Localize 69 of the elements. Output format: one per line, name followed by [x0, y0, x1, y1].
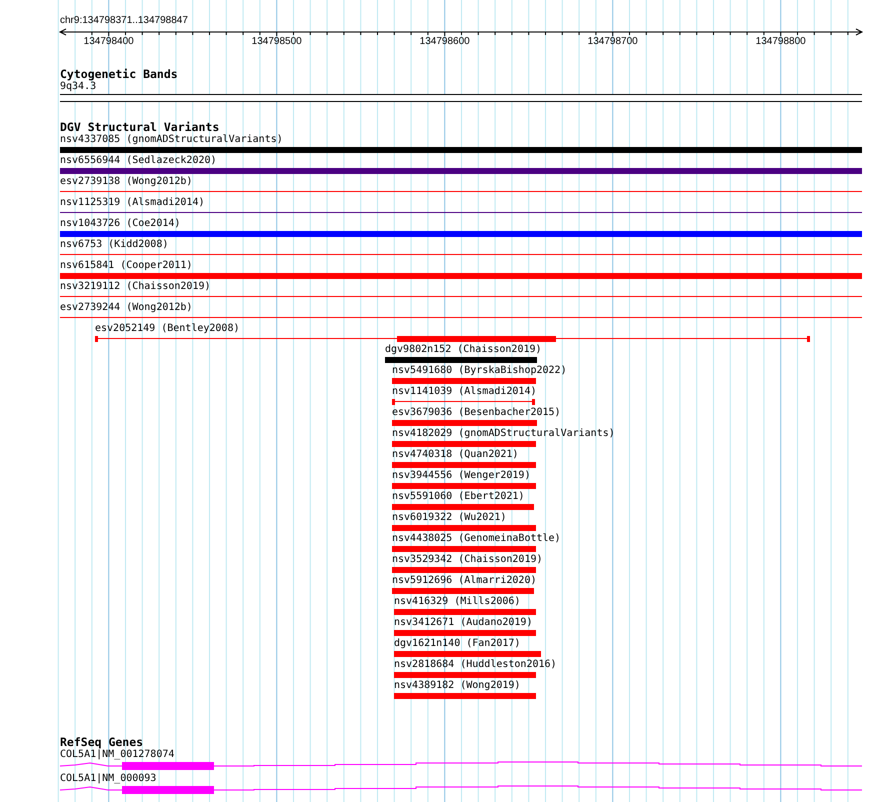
track-title: Cytogenetic Bands: [60, 68, 178, 81]
variant-line[interactable]: [60, 212, 862, 213]
variant-label: nsv1043726 (Coe2014): [60, 218, 180, 230]
variant-label: nsv416329 (Mills2006): [394, 596, 520, 608]
variant-bar[interactable]: [392, 525, 536, 531]
variant-label: nsv5491680 (ByrskaBishop2022): [392, 365, 567, 377]
variant-label: nsv5591060 (Ebert2021): [392, 491, 524, 503]
variant-bar[interactable]: [394, 630, 536, 636]
variant-bar[interactable]: [60, 168, 862, 174]
cytoband-bar[interactable]: [60, 94, 862, 102]
track-title: DGV Structural Variants: [60, 121, 220, 134]
variant-label: nsv3529342 (Chaisson2019): [392, 554, 543, 566]
variant-label: nsv4740318 (Quan2021): [392, 449, 518, 461]
tick-label: 134798600: [420, 36, 470, 48]
variant-label: nsv4337085 (gnomADStructuralVariants): [60, 134, 283, 146]
variant-line[interactable]: [60, 254, 862, 255]
variant-label: nsv3944556 (Wenger2019): [392, 470, 530, 482]
tick-label: 134798800: [756, 36, 806, 48]
gene-label: COL5A1|NM_001278074: [60, 749, 174, 761]
variant-label: nsv1125319 (Alsmadi2014): [60, 197, 204, 209]
variant-label: dgv9802n152 (Chaisson2019): [385, 344, 542, 356]
variant-label: dgv1621n140 (Fan2017): [394, 638, 520, 650]
variant-line[interactable]: [60, 296, 862, 297]
variant-label: nsv4438025 (GenomeinaBottle): [392, 533, 561, 545]
variant-label: nsv615841 (Cooper2011): [60, 260, 192, 272]
variant-label: nsv4389182 (Wong2019): [394, 680, 520, 692]
variant-bar[interactable]: [385, 357, 537, 363]
variant-label: esv2739244 (Wong2012b): [60, 302, 192, 314]
variant-label: nsv2818684 (Huddleston2016): [394, 659, 557, 671]
tick-label: 134798700: [588, 36, 638, 48]
variant-line[interactable]: [60, 191, 862, 192]
band-label: 9q34.3: [60, 81, 96, 93]
variant-label: nsv6019322 (Wu2021): [392, 512, 506, 524]
variant-label: esv2739138 (Wong2012b): [60, 176, 192, 188]
variant-bar[interactable]: [392, 441, 536, 447]
variant-bar[interactable]: [392, 567, 536, 573]
variant-bar[interactable]: [392, 462, 536, 468]
variant-bar[interactable]: [60, 147, 862, 153]
variant-bar[interactable]: [392, 504, 534, 510]
variant-line[interactable]: [60, 317, 862, 318]
variant-label: nsv5912696 (Almarri2020): [392, 575, 536, 587]
variant-bar[interactable]: [394, 672, 536, 678]
location-label: chr9:134798371..134798847: [60, 15, 188, 27]
variant-label: nsv1141039 (Alsmadi2014): [392, 386, 536, 398]
variant-label: nsv4182029 (gnomADStructuralVariants): [392, 428, 615, 440]
variant-bar[interactable]: [392, 588, 534, 594]
variant-span[interactable]: [392, 399, 535, 405]
variant-label: nsv3412671 (Audano2019): [394, 617, 532, 629]
gene-label: COL5A1|NM_000093: [60, 773, 156, 785]
variant-label: esv3679036 (Besenbacher2015): [392, 407, 561, 419]
variant-bar[interactable]: [394, 609, 536, 615]
gene-model[interactable]: [60, 786, 862, 794]
variant-bar[interactable]: [60, 231, 862, 237]
variant-bar[interactable]: [392, 420, 537, 426]
variant-bar[interactable]: [392, 378, 536, 384]
variant-bar[interactable]: [394, 651, 541, 657]
gene-model[interactable]: [60, 762, 862, 770]
variant-span[interactable]: [95, 336, 810, 342]
variant-label: esv2052149 (Bentley2008): [95, 323, 240, 335]
variant-bar[interactable]: [392, 546, 536, 552]
variant-label: nsv6556944 (Sedlazeck2020): [60, 155, 217, 167]
variant-bar[interactable]: [392, 483, 536, 489]
tick-label: 134798400: [84, 36, 134, 48]
variant-label: nsv6753 (Kidd2008): [60, 239, 168, 251]
variant-bar[interactable]: [394, 693, 536, 699]
tick-label: 134798500: [252, 36, 302, 48]
variant-bar[interactable]: [60, 273, 862, 279]
variant-label: nsv3219112 (Chaisson2019): [60, 281, 211, 293]
track-title: RefSeq Genes: [60, 736, 144, 749]
